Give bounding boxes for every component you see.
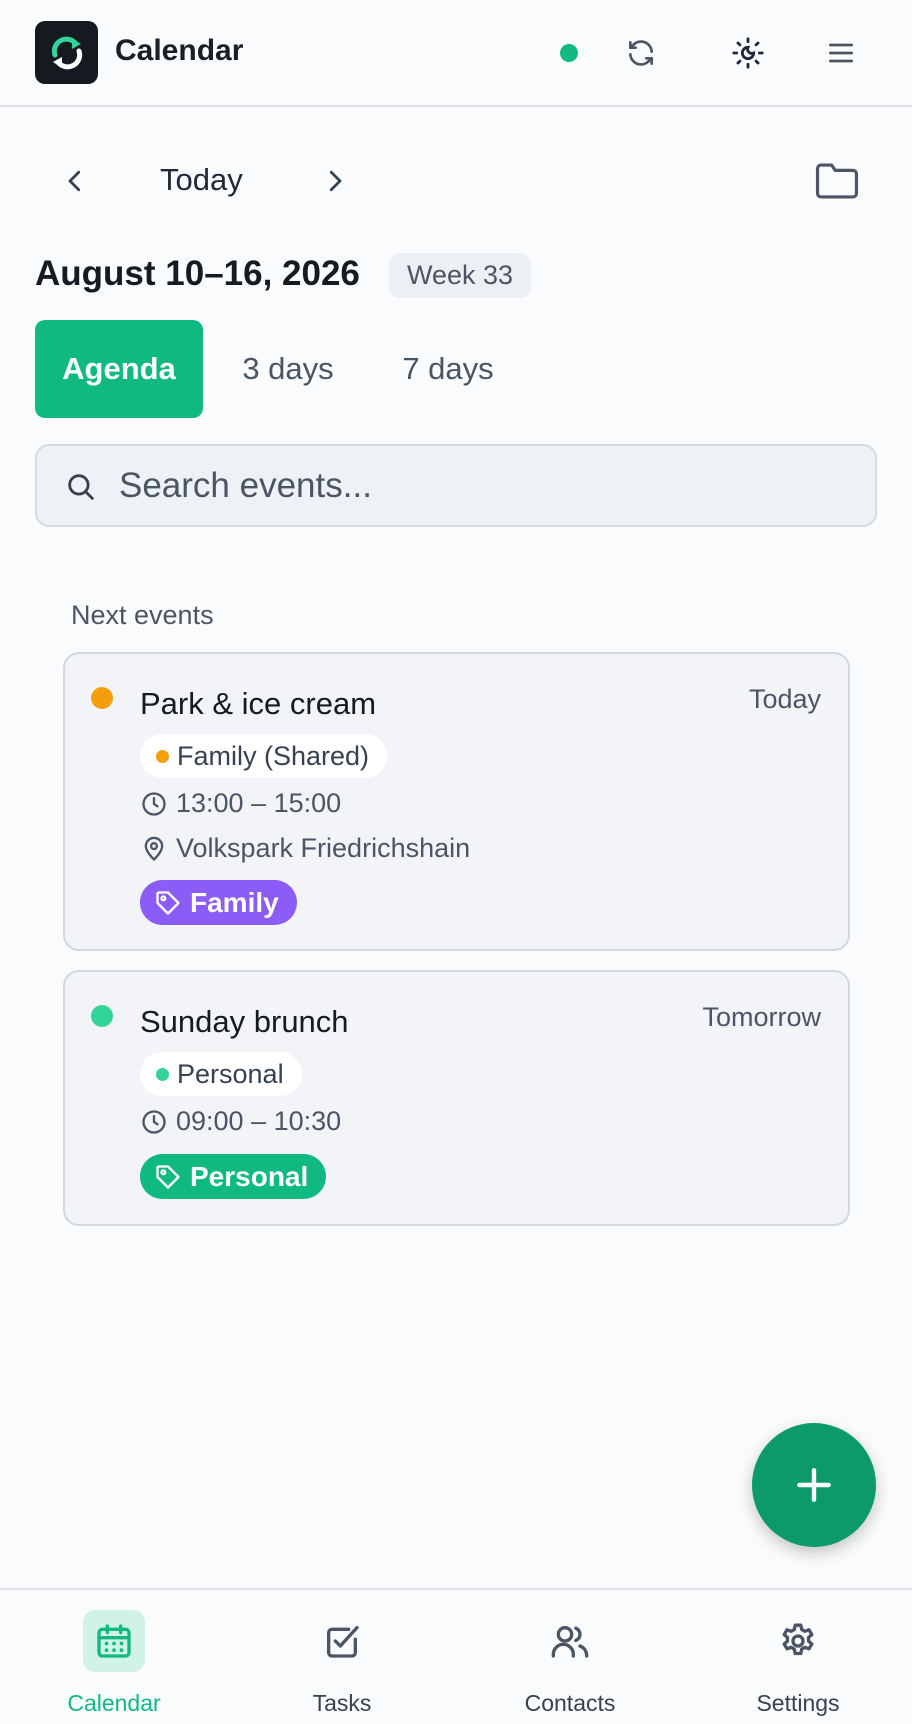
search-input[interactable] <box>119 446 859 525</box>
event-title: Park & ice cream <box>140 686 377 721</box>
menu-button[interactable] <box>818 30 864 76</box>
event-tag-label: Personal <box>190 1160 309 1192</box>
nav-label: Settings <box>756 1690 840 1716</box>
event-day: Today <box>748 684 821 714</box>
nav-item-settings[interactable]: Settings <box>684 1590 912 1724</box>
event-card[interactable]: Sunday brunch Tomorrow Personal 09:00 – … <box>63 970 850 1226</box>
tab-agenda[interactable]: Agenda <box>35 320 203 418</box>
app-title: Calendar <box>115 34 244 67</box>
nav-label: Calendar <box>67 1690 161 1716</box>
app-header: Calendar <box>0 0 912 107</box>
users-icon <box>539 1610 601 1672</box>
calendar-dot <box>156 749 169 763</box>
calendar-pill: Personal <box>140 1052 302 1096</box>
event-time-row: 13:00 – 15:00 <box>140 788 341 819</box>
app-logo <box>35 21 98 84</box>
location-pin-icon <box>144 836 164 861</box>
theme-icon <box>732 37 764 69</box>
calendars-folder-button[interactable] <box>810 158 864 204</box>
tab-3-days[interactable]: 3 days <box>226 320 350 418</box>
nav-label: Contacts <box>524 1690 616 1716</box>
event-time: 09:00 – 10:30 <box>176 1106 342 1136</box>
nav-item-contacts[interactable]: Contacts <box>456 1590 684 1724</box>
event-color-dot <box>91 687 113 709</box>
calendar-dot <box>156 1067 169 1081</box>
sync-status-dot <box>560 44 578 62</box>
nav-label: Tasks <box>312 1690 372 1716</box>
section-label-next-events: Next events <box>71 600 214 630</box>
checkbox-icon <box>311 1610 373 1672</box>
date-range-title: August 10–16, 2026 <box>35 254 360 293</box>
today-button[interactable]: Today <box>160 162 243 198</box>
event-color-dot <box>91 1005 113 1027</box>
nav-item-calendar[interactable]: Calendar <box>0 1590 228 1724</box>
event-time-row: 09:00 – 10:30 <box>140 1106 341 1137</box>
sync-icon <box>629 40 653 66</box>
event-tag-label: Family <box>190 886 279 918</box>
event-location-row: Volkspark Friedrichshain <box>140 833 470 864</box>
theme-toggle-button[interactable] <box>725 30 771 76</box>
next-button[interactable] <box>312 158 358 204</box>
event-card[interactable]: Park & ice cream Today Family (Shared) 1… <box>63 652 850 951</box>
menu-icon <box>829 43 853 63</box>
sync-logo-icon <box>51 36 82 69</box>
chevron-right-icon <box>329 170 342 192</box>
nav-item-tasks[interactable]: Tasks <box>228 1590 456 1724</box>
tab-7-days[interactable]: 7 days <box>386 320 510 418</box>
plus-icon <box>797 1468 831 1502</box>
clock-icon <box>142 791 166 816</box>
calendar-icon <box>83 1610 145 1672</box>
chevron-left-icon <box>68 170 81 192</box>
gear-icon <box>767 1610 829 1672</box>
calendar-name: Personal <box>177 1058 284 1089</box>
search-box <box>35 444 877 527</box>
tag-icon <box>156 1164 180 1189</box>
bottom-nav: Calendar Tasks Contacts Settings <box>0 1588 912 1724</box>
add-event-button[interactable] <box>752 1423 876 1547</box>
previous-button[interactable] <box>52 158 98 204</box>
clock-icon <box>142 1109 166 1134</box>
event-tag[interactable]: Personal <box>140 1154 327 1199</box>
event-day: Tomorrow <box>702 1002 821 1032</box>
search-icon <box>68 474 94 500</box>
event-title: Sunday brunch <box>140 1004 349 1039</box>
week-badge: Week 33 <box>389 253 532 298</box>
calendar-pill: Family (Shared) <box>140 734 388 778</box>
folder-icon <box>815 163 859 199</box>
event-time: 13:00 – 15:00 <box>176 788 342 818</box>
event-tag[interactable]: Family <box>140 880 297 925</box>
tag-icon <box>156 890 180 915</box>
event-location: Volkspark Friedrichshain <box>176 833 471 863</box>
calendar-name: Family (Shared) <box>177 740 370 771</box>
sync-button[interactable] <box>618 30 664 76</box>
